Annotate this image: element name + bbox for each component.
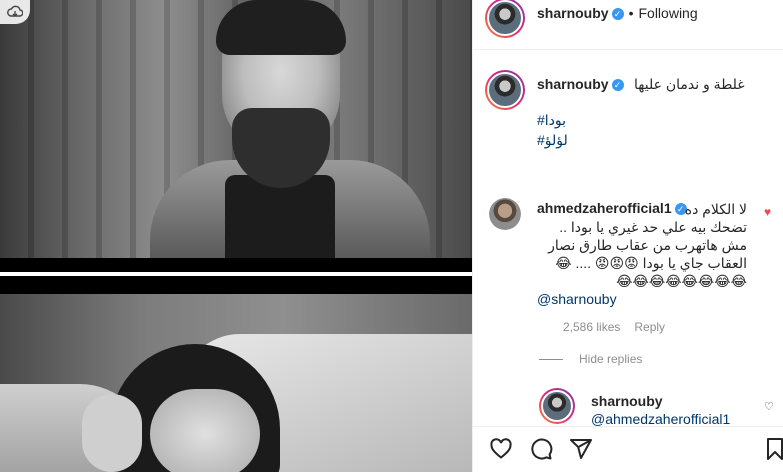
header-meta: sharnouby ✓ • Following [537, 5, 698, 23]
caption-username[interactable]: sharnouby [537, 76, 609, 92]
reply-mention[interactable]: @ahmedzaherofficial1 [591, 411, 730, 427]
comment-body: لا الكلام ده تضحك بيه علي حد غيري يا بود… [537, 200, 747, 308]
comment-line: لا الكلام ده [684, 201, 747, 217]
commenter-avatar[interactable] [489, 198, 521, 230]
comment-line: مش هاتهرب من عقاب طارق نصار [548, 237, 747, 253]
author-avatar[interactable] [485, 0, 525, 38]
hide-replies-label: Hide replies [579, 352, 643, 366]
verified-badge-icon: ✓ [611, 7, 624, 20]
hashtag-link[interactable]: #بودا [537, 112, 568, 129]
film-strip [0, 258, 472, 272]
caption-text: غلطة و ندمان عليها [634, 76, 745, 92]
comment-line: 😂😂😂😂😂😂😂😂 [616, 273, 747, 289]
post-sidebar: sharnouby ✓ • Following sharnouby ✓ غلطة و ن… [472, 0, 783, 472]
hide-replies-button[interactable]: Hide replies [539, 352, 642, 366]
heart-icon[interactable] [489, 437, 513, 461]
comment-icon[interactable] [529, 437, 553, 461]
author-username[interactable]: sharnouby [537, 5, 609, 21]
comment-line: تضحك بيه علي حد غيري يا بودا .. [559, 219, 747, 235]
reply-username[interactable]: sharnouby [591, 393, 730, 409]
reply-button[interactable]: Reply [634, 320, 665, 334]
post-media[interactable] [0, 0, 472, 472]
following-button[interactable]: Following [638, 5, 697, 21]
hashtag-link[interactable]: #لؤلؤ [537, 132, 568, 149]
verified-badge-icon: ✓ [611, 78, 624, 91]
comment-mention[interactable]: @sharnouby [537, 290, 747, 308]
caption-avatar[interactable] [485, 70, 525, 110]
comment-line: العقاب جاي يا بودا 😡😡😡 .... 😂 [555, 255, 747, 271]
separator-dot: • [628, 5, 634, 21]
comment-likes[interactable]: 2,586 likes [563, 320, 620, 334]
comment-meta: 2,586 likes Reply [563, 320, 679, 334]
heart-outline-icon[interactable]: ♡ [764, 400, 774, 413]
share-icon[interactable] [569, 437, 593, 461]
media-frame-top [0, 0, 472, 258]
heart-icon[interactable]: ♥ [764, 205, 771, 219]
bookmark-icon[interactable] [766, 437, 783, 461]
caption-row: sharnouby ✓ غلطة و ندمان عليها [537, 76, 745, 94]
post-header: sharnouby ✓ • Following [473, 0, 783, 50]
action-bar [473, 426, 783, 472]
divider [539, 358, 563, 360]
reply-row: sharnouby @ahmedzaherofficial1 [591, 393, 730, 427]
media-frame-bottom [0, 294, 472, 472]
reply-avatar[interactable] [539, 388, 575, 424]
hashtag-list: #بودا #لؤلؤ [537, 112, 568, 149]
